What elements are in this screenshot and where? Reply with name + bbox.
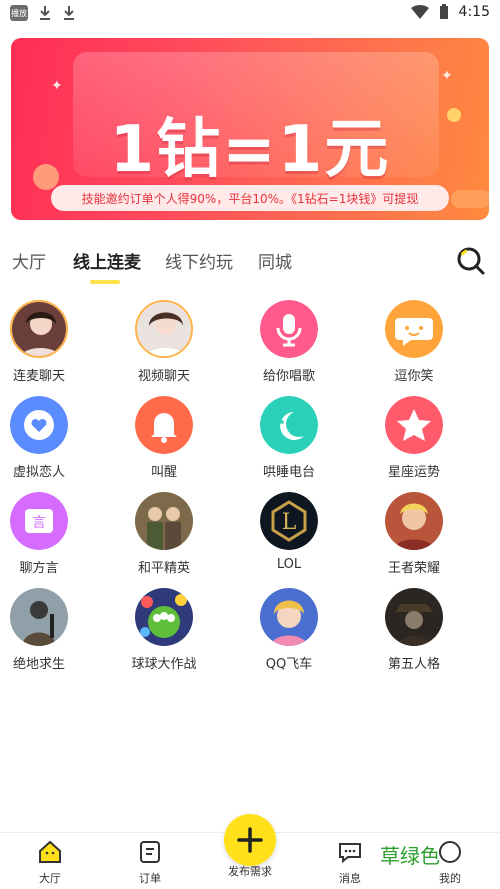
nav-hall[interactable]: 大厅 (20, 839, 80, 886)
category-item[interactable]: 虚拟恋人 (0, 396, 89, 480)
bell-icon (135, 396, 193, 454)
wifi-icon (410, 5, 429, 19)
nav-messages[interactable]: 消息 (320, 839, 380, 886)
category-label: 视频聊天 (137, 369, 190, 384)
category-item[interactable]: 绝地求生 (0, 588, 89, 672)
category-item[interactable]: 星座运势 (364, 396, 464, 480)
category-label: 王者荣耀 (387, 561, 440, 576)
category-item[interactable]: 王者荣耀 (364, 492, 464, 576)
category-label: 哄睡电台 (262, 465, 315, 480)
category-label: 球球大作战 (131, 657, 197, 672)
decor-pill (451, 190, 489, 208)
profile-icon (439, 841, 461, 863)
promo-banner[interactable]: ✦ ✦ 1钻=1元 技能邀约订单个人得90%，平台10%。《1钻石=1块钱》可提… (11, 38, 489, 220)
game-avatar (10, 588, 68, 646)
game-avatar (135, 492, 193, 550)
game-avatar (385, 588, 443, 646)
tab-hall[interactable]: 大厅 (12, 248, 46, 273)
sparkle-icon: ✦ (441, 68, 453, 84)
nav-orders[interactable]: 订单 (120, 839, 180, 886)
category-label: 给你唱歌 (262, 369, 315, 384)
category-item[interactable]: 和平精英 (114, 492, 214, 576)
category-item[interactable]: 第五人格 (364, 588, 464, 672)
category-label: 第五人格 (387, 657, 440, 672)
category-item[interactable]: 给你唱歌 (239, 300, 339, 384)
person-photo-avatar (10, 300, 68, 358)
person-photo-avatar (135, 300, 193, 358)
category-label: 逗你笑 (394, 369, 434, 384)
category-label: QQ飞车 (265, 657, 313, 672)
category-item[interactable]: L LOL (239, 492, 339, 572)
svg-text:言: 言 (32, 515, 46, 531)
banner-headline: 1钻=1元 (109, 113, 391, 187)
search-icon[interactable] (456, 246, 486, 276)
tab-online[interactable]: 线上连麦 (73, 248, 141, 273)
message-icon (339, 843, 361, 864)
nav-label: 消息 (339, 872, 361, 885)
publish-button[interactable] (224, 814, 276, 866)
order-icon (140, 841, 160, 863)
lol-logo: L (260, 492, 318, 550)
download-icon (64, 6, 74, 20)
tab-local[interactable]: 同城 (258, 248, 292, 273)
sparkle-icon: ✦ (51, 78, 63, 94)
category-item[interactable]: 视频聊天 (114, 300, 214, 384)
category-item[interactable]: 逗你笑 (364, 300, 464, 384)
game-avatar (385, 492, 443, 550)
watermark: 草绿色 (380, 844, 440, 868)
chat-bubble-icon (385, 300, 443, 358)
category-label: 聊方言 (19, 561, 59, 576)
category-item[interactable]: 连麦聊天 (0, 300, 89, 384)
category-label: LOL (276, 557, 302, 572)
microphone-icon (260, 300, 318, 358)
nav-label: 订单 (139, 872, 161, 885)
tab-offline[interactable]: 线下约玩 (165, 248, 233, 273)
heart-chat-icon (10, 396, 68, 454)
game-avatar (135, 588, 193, 646)
home-icon (39, 840, 61, 863)
banner-subtitle: 技能邀约订单个人得90%，平台10%。《1钻石=1块钱》可提现 (51, 185, 449, 211)
category-item[interactable]: 言 聊方言 (0, 492, 89, 576)
download-icon (40, 6, 50, 20)
battery-icon (439, 4, 448, 19)
plus-icon (237, 827, 263, 853)
category-item[interactable]: 哄睡电台 (239, 396, 339, 480)
category-label: 叫醒 (150, 465, 177, 480)
nav-label: 我的 (439, 872, 461, 885)
moon-star-icon (260, 396, 318, 454)
svg-text:L: L (282, 510, 297, 535)
game-avatar (260, 588, 318, 646)
category-label: 虚拟恋人 (12, 465, 65, 480)
app-notification-icon: 播放 (10, 5, 28, 21)
category-item[interactable]: QQ飞车 (239, 588, 339, 672)
status-bar: 播放 4:15 (0, 0, 500, 28)
category-label: 和平精英 (137, 561, 190, 576)
nav-label: 大厅 (39, 872, 61, 885)
active-tab-indicator (90, 280, 120, 284)
category-item[interactable]: 叫醒 (114, 396, 214, 480)
clock: 4:15 (458, 4, 490, 20)
speech-icon: 言 (10, 492, 68, 550)
star-icon (385, 396, 443, 454)
category-label: 连麦聊天 (12, 369, 65, 384)
category-tabs: 大厅 线上连麦 线下约玩 同城 (0, 240, 500, 286)
category-label: 星座运势 (387, 465, 440, 480)
category-label: 绝地求生 (12, 657, 65, 672)
category-item[interactable]: 球球大作战 (114, 588, 214, 672)
